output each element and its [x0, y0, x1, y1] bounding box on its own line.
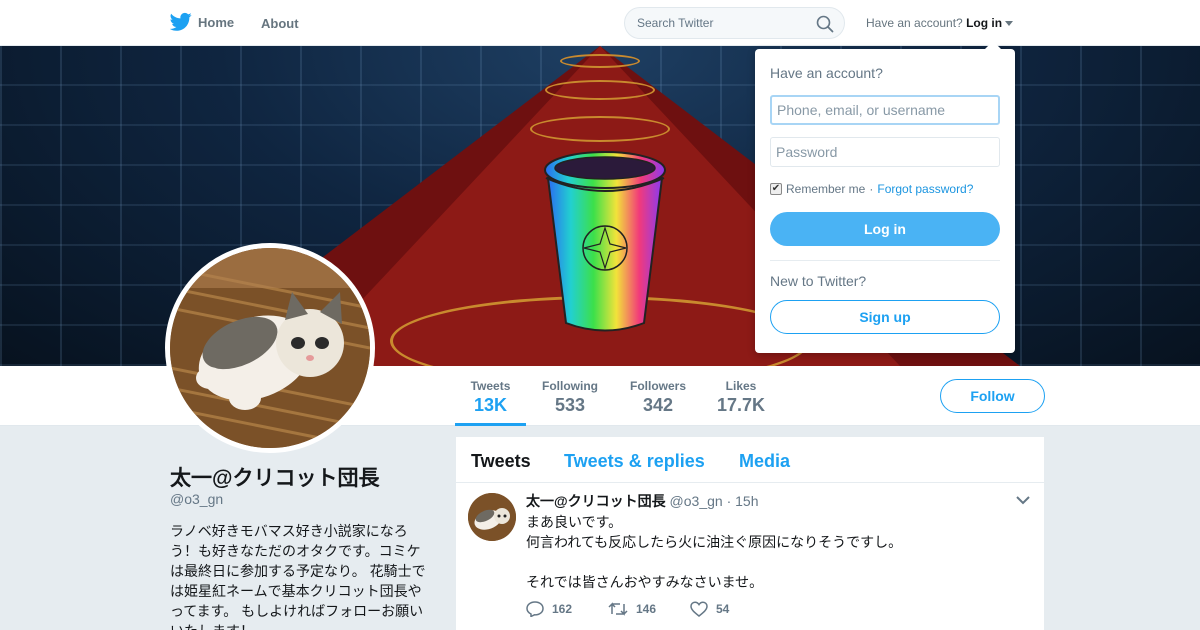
- search-input[interactable]: Search Twitter: [624, 7, 845, 39]
- rainbow-pot-image: [544, 151, 666, 332]
- new-to-twitter-text: New to Twitter?: [770, 273, 867, 289]
- login-dropdown-title: Have an account?: [770, 65, 883, 81]
- chevron-down-icon[interactable]: [1016, 495, 1030, 505]
- stat-value: 17.7K: [716, 395, 766, 415]
- signup-button[interactable]: Sign up: [770, 300, 1000, 334]
- profile-handle[interactable]: @o3_gn: [170, 491, 223, 507]
- like-count: 54: [716, 602, 730, 616]
- reply-icon: [526, 601, 544, 617]
- caret-down-icon[interactable]: [1005, 21, 1014, 27]
- nav-login-link[interactable]: Log in: [966, 16, 1002, 30]
- retweet-button[interactable]: 146: [608, 601, 690, 617]
- stat-label: Tweets: [470, 379, 511, 393]
- kitten-thumbnail: [468, 493, 516, 541]
- tab-tweets[interactable]: Tweets: [471, 451, 531, 472]
- login-divider: [770, 260, 1000, 261]
- tweet-author-name[interactable]: 太一@クリコット団長: [526, 493, 666, 509]
- carpet-ornament: [560, 54, 640, 68]
- search-placeholder: Search Twitter: [637, 16, 714, 30]
- tab-media[interactable]: Media: [739, 451, 790, 472]
- timeline: Tweets Tweets & replies Media 太一@クリコット団長…: [456, 437, 1044, 630]
- username-field[interactable]: [770, 95, 1000, 125]
- login-submit-button[interactable]: Log in: [770, 212, 1000, 246]
- stat-value: 13K: [473, 395, 508, 415]
- tweet-actions: 162 146 54: [526, 601, 772, 617]
- tweet-author-handle[interactable]: @o3_gn: [670, 493, 723, 509]
- nav-home-link[interactable]: Home: [170, 12, 234, 32]
- tweet-timestamp[interactable]: · 15h: [727, 493, 759, 509]
- profile-avatar[interactable]: [165, 243, 375, 453]
- remember-me-label[interactable]: Remember me: [786, 182, 865, 196]
- top-nav: Home About Search Twitter Have an accoun…: [0, 0, 1200, 46]
- search-icon[interactable]: [816, 15, 834, 33]
- kitten-photo: [170, 248, 370, 448]
- login-dropdown: Have an account? ✔ Remember me · Forgot …: [755, 41, 1015, 353]
- reply-count: 162: [552, 602, 573, 616]
- stat-following[interactable]: Following 533: [534, 366, 606, 426]
- timeline-tabs: Tweets Tweets & replies Media: [456, 437, 1044, 483]
- reply-button[interactable]: 162: [526, 601, 608, 617]
- stat-value: 533: [554, 395, 586, 415]
- stat-value: 342: [642, 395, 674, 415]
- remember-me-checkbox[interactable]: ✔: [770, 183, 782, 195]
- stat-tweets[interactable]: Tweets 13K: [455, 366, 526, 426]
- follow-button[interactable]: Follow: [940, 379, 1045, 413]
- tweet-text: まあ良いです。 何言われても反応したら火に油注ぐ原因になりそうですし。 それでは…: [526, 514, 903, 590]
- remember-me-row: ✔ Remember me · Forgot password?: [770, 182, 973, 196]
- have-account-prompt: Have an account? Log in: [866, 16, 1014, 30]
- profile-name[interactable]: 太一@クリコット団長: [170, 462, 379, 492]
- forgot-password-link[interactable]: Forgot password?: [877, 182, 973, 196]
- like-button[interactable]: 54: [690, 601, 772, 617]
- stat-label: Likes: [725, 379, 757, 393]
- profile-bio: ラノベ好きモバマス好き小説家になろう！も好きなただのオタクです。コミケは最終日に…: [170, 523, 426, 630]
- nav-home-label: Home: [198, 14, 235, 30]
- carpet-ornament: [530, 116, 670, 142]
- retweet-count: 146: [636, 602, 657, 616]
- password-field[interactable]: [770, 137, 1000, 167]
- carpet-ornament: [545, 80, 655, 100]
- stat-likes[interactable]: Likes 17.7K: [710, 366, 772, 426]
- stat-label: Followers: [629, 379, 686, 393]
- tweet-avatar[interactable]: [468, 493, 516, 541]
- stat-label: Following: [542, 379, 598, 393]
- tab-tweets-replies[interactable]: Tweets & replies: [564, 451, 705, 472]
- tweet-item[interactable]: 太一@クリコット団長 @o3_gn · 15h まあ良いです。 何言われても反応…: [456, 483, 1044, 630]
- have-account-text: Have an account?: [866, 16, 963, 30]
- twitter-bird-icon: [170, 12, 192, 31]
- tweet-header: 太一@クリコット団長 @o3_gn · 15h: [526, 491, 759, 511]
- separator-dot: ·: [869, 182, 874, 196]
- retweet-icon: [608, 602, 628, 616]
- nav-about-link[interactable]: About: [261, 16, 299, 31]
- heart-icon: [690, 601, 708, 617]
- stat-followers[interactable]: Followers 342: [622, 366, 694, 426]
